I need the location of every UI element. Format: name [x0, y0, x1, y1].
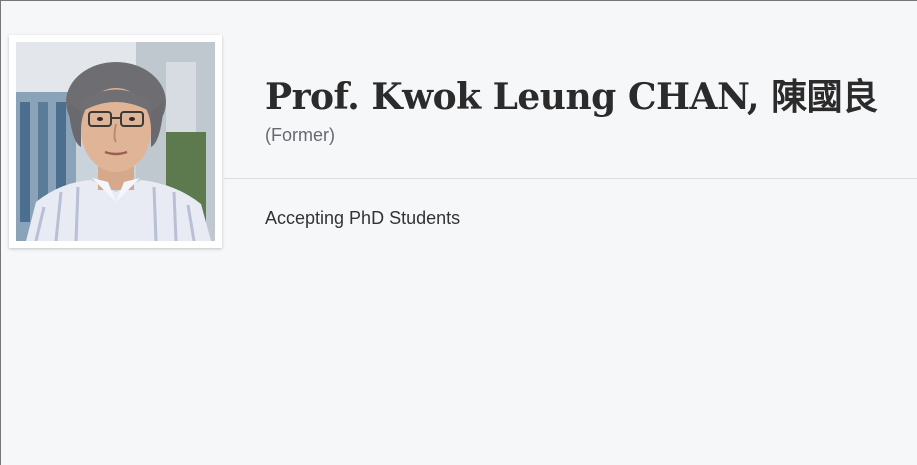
accepting-phd-students-label: Accepting PhD Students	[265, 208, 461, 228]
header-divider	[224, 178, 917, 179]
profile-photo-card	[9, 35, 222, 248]
profile-photo	[16, 42, 215, 241]
profile-name: Prof. Kwok Leung CHAN, 陳國良	[265, 76, 878, 118]
profile-status: (Former)	[265, 125, 335, 145]
